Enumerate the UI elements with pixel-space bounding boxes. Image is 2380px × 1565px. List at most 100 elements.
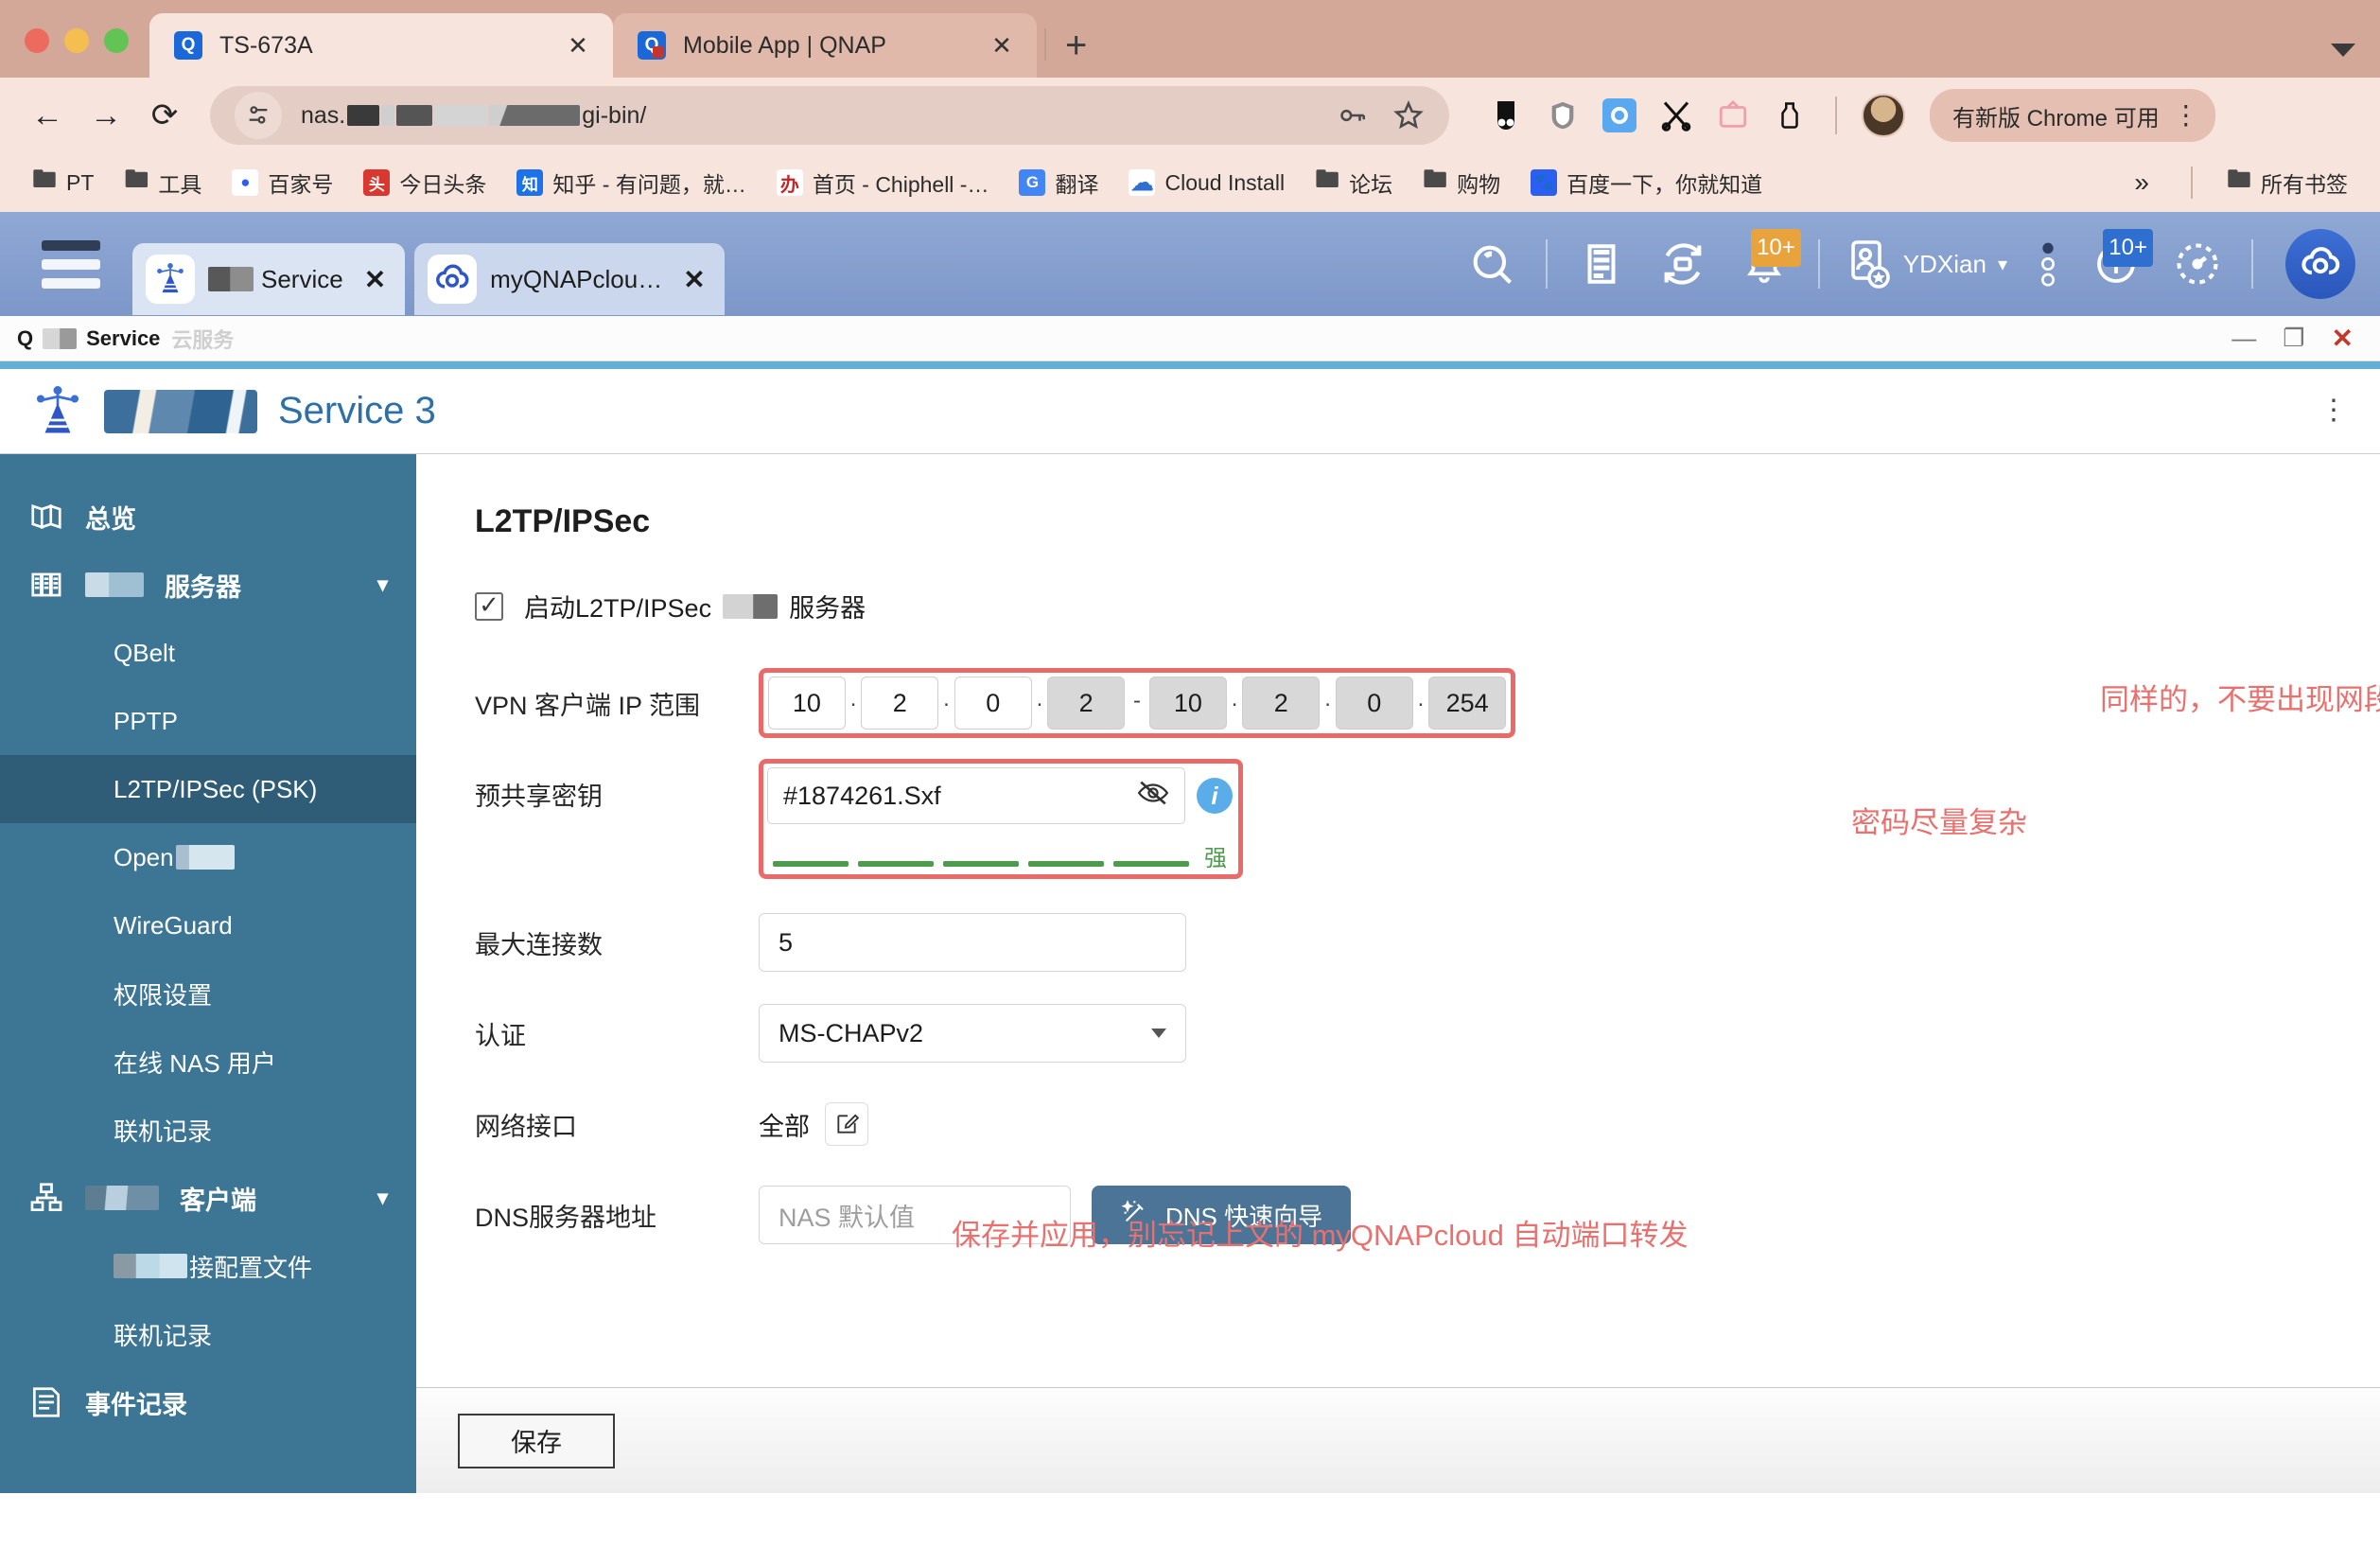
enable-l2tp-checkbox[interactable]: ✓ [475,591,503,621]
myqnapcloud-icon [428,255,478,304]
qnap-taskbar-tab-myqnapcloud[interactable]: myQNAPclou… ✕ [414,243,725,315]
browser-tab-0[interactable]: Q TS-673A ✕ [149,13,613,78]
passkey-icon[interactable] [1336,99,1368,132]
avatar[interactable] [1862,94,1905,137]
new-tab-button[interactable]: + [1050,26,1102,78]
bookmark-item[interactable]: 🐾 百度一下，你就知道 [1519,161,1774,204]
close-icon[interactable]: ✕ [364,264,386,295]
eye-off-icon[interactable] [1137,781,1169,812]
bookmark-item[interactable]: 🖿 购物 [1411,156,1512,209]
extension-bottle-icon[interactable] [1769,95,1811,136]
bookmark-item[interactable]: 头 今日头条 [352,161,498,204]
ip-start-octet-1[interactable]: 10 [768,677,846,730]
browser-tab-1[interactable]: Q Mobile App | QNAP ✕ [613,13,1037,78]
save-button[interactable]: 保存 [458,1413,615,1468]
close-icon[interactable]: ✕ [683,264,705,295]
chevron-down-icon[interactable] [2331,44,2355,57]
sidebar-item-pptp[interactable]: PPTP [0,687,416,755]
bookmark-label: 工具 [158,172,202,197]
hamburger-icon[interactable] [42,239,100,289]
extension-scissors-icon[interactable] [1655,95,1697,136]
bookmark-item[interactable]: G 翻译 [1007,161,1110,204]
app-menu-icon[interactable]: ⋮ [2319,396,2348,424]
close-tab-icon[interactable]: ✕ [562,31,594,61]
dashboard-icon[interactable] [2157,223,2238,305]
window-traffic-lights [0,28,149,78]
bookmark-item[interactable]: 办 首页 - Chiphell -… [765,161,1001,204]
sidebar-item-connection-log-client[interactable]: 联机记录 [0,1300,416,1368]
qnap-taskbar-tab-service[interactable]: Service ✕ [132,243,406,315]
close-icon[interactable]: ✕ [2332,323,2354,354]
sidebar-item-qbelt[interactable]: QBelt [0,619,416,687]
sidebar-item-server-group[interactable]: 服务器 ▾ [0,551,416,619]
reload-button[interactable]: ⟳ [138,89,191,142]
browser-menu-icon[interactable]: ⋮ [2173,101,2199,128]
max-conn-label: 最大连接数 [475,930,603,959]
sidebar-item-overview[interactable]: 总览 [0,483,416,551]
max-conn-input[interactable]: 5 [759,913,1186,972]
bookmark-item[interactable]: ● 百家号 [220,161,344,204]
bookmark-item[interactable]: 🖿 PT [21,156,105,209]
app-body: 总览 服务器 ▾ QBelt PPTP L2TP/IPSec (PSK) Ope… [0,454,2380,1493]
myqnapcloud-button[interactable] [2285,229,2355,299]
omnibox-icons [1336,99,1425,132]
info-circle-icon[interactable]: i [1197,778,1233,814]
sidebar-item-connection-log-server[interactable]: 联机记录 [0,1096,416,1164]
minimize-window-button[interactable] [64,28,89,53]
chrome-update-button[interactable]: 有新版 Chrome 可用 ⋮ [1930,89,2215,142]
all-bookmarks-button[interactable]: 🖿 所有书签 [2215,156,2359,209]
sync-icon[interactable] [1642,223,1724,305]
url-prefix: nas. [301,101,346,129]
qnap-tab-label: Service [208,265,343,294]
sidebar-item-wireguard[interactable]: WireGuard [0,891,416,959]
sidebar-item-client-group[interactable]: 客户端 ▾ [0,1164,416,1232]
window-title: Q Service [17,326,160,351]
maximize-icon[interactable]: ❐ [2283,324,2304,353]
sidebar-item-connection-profile[interactable]: 接配置文件 [0,1232,416,1300]
baidu-paw-icon: 🐾 [1531,169,1558,196]
ip-start-octet-3[interactable]: 0 [954,677,1032,730]
site-settings-icon[interactable] [235,92,282,139]
extension-dark-icon[interactable] [1485,95,1527,136]
backup-icon[interactable] [1561,223,1642,305]
extension-pink-icon[interactable] [1712,95,1754,136]
sidebar-item-l2tp-ipsec[interactable]: L2TP/IPSec (PSK) [0,755,416,823]
taskbar-divider [1545,239,1548,289]
ip-range-group: 10 . 2 . 0 . 2 - 10 . 2 . 0 . 254 [759,668,1515,738]
ip-start-octet-4: 2 [1047,677,1126,730]
chevron-down-icon[interactable]: ▾ [1998,253,2007,276]
sidebar-item-online-nas-users[interactable]: 在线 NAS 用户 [0,1028,416,1096]
back-button[interactable]: ← [21,89,74,142]
sidebar-item-label: 客户端 [180,1186,256,1215]
bookmarks-overflow-icon[interactable]: » [2115,167,2168,198]
maximize-window-button[interactable] [104,28,129,53]
sidebar-item-openvpn[interactable]: Open [0,823,416,891]
chevron-down-icon[interactable] [1151,1029,1166,1038]
bookmark-item[interactable]: ☁ Cloud Install [1117,164,1296,202]
sidebar-item-event-log[interactable]: 事件记录 [0,1368,416,1436]
search-icon[interactable] [1451,223,1532,305]
close-window-button[interactable] [25,28,49,53]
chevron-down-icon[interactable]: ▾ [377,1186,388,1210]
close-tab-icon[interactable]: ✕ [986,31,1018,61]
bookmark-item[interactable]: 🖿 论坛 [1304,156,1404,209]
bookmark-star-icon[interactable] [1392,99,1425,132]
sidebar-item-permissions[interactable]: 权限设置 [0,959,416,1028]
notification-bell-icon[interactable]: 10+ [1724,223,1805,305]
minimize-icon[interactable]: — [2231,324,2256,353]
edit-pencil-icon[interactable] [825,1102,868,1146]
bookmark-item[interactable]: 🖿 工具 [113,156,213,209]
address-bar[interactable]: nas. gi-bin/ [210,86,1449,145]
auth-select[interactable]: MS-CHAPv2 [759,1004,1186,1063]
extension-blue-icon[interactable] [1599,95,1640,136]
psk-input[interactable]: #1874261.Sxf [767,767,1185,824]
forward-button[interactable]: → [79,89,132,142]
user-profile-chip[interactable]: YDXian ▾ [1833,223,2021,305]
chevron-down-icon[interactable]: ▾ [377,572,388,597]
bookmark-item[interactable]: 知 知乎 - 有问题，就… [505,161,757,204]
ip-dot: . [1036,686,1043,712]
more-vertical-icon[interactable] [2021,223,2075,305]
info-icon[interactable]: 10+ [2075,223,2157,305]
ip-start-octet-2[interactable]: 2 [861,677,939,730]
extension-shield-icon[interactable] [1542,95,1584,136]
